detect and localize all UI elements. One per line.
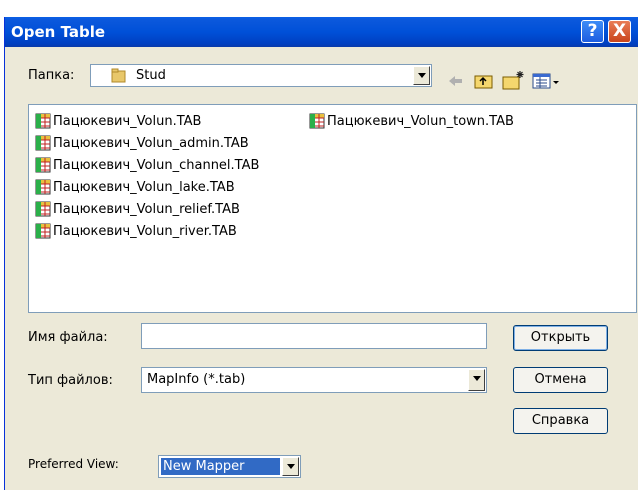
up-folder-icon[interactable]	[473, 70, 495, 92]
table-file-icon	[35, 135, 51, 151]
preferred-view-select[interactable]: New Mapper	[158, 455, 301, 478]
file-name: Пацюкевич_Volun_admin.TAB	[53, 135, 249, 151]
open-table-dialog: Open Table ? X Папка: Stud Пацюкевич_Vol…	[4, 17, 638, 490]
file-name: Пацюкевич_Volun_lake.TAB	[53, 179, 235, 195]
cancel-button[interactable]: Отмена	[513, 367, 608, 393]
file-name: Пацюкевич_Volun.TAB	[53, 113, 202, 129]
file-name: Пацюкевич_Volun_relief.TAB	[53, 201, 240, 217]
back-icon[interactable]	[445, 70, 467, 92]
view-menu-icon[interactable]	[531, 70, 561, 92]
filename-label: Имя файла:	[28, 330, 108, 345]
folder-dropdown-arrow[interactable]	[413, 66, 430, 85]
filetype-label: Тип файлов:	[28, 373, 113, 388]
file-item[interactable]: Пацюкевич_Volun_lake.TAB	[35, 178, 235, 196]
preferred-view-label: Preferred View:	[28, 457, 119, 471]
folder-select[interactable]: Stud	[90, 64, 432, 87]
help-button[interactable]: ?	[581, 20, 604, 43]
folder-icon	[111, 68, 126, 83]
file-item[interactable]: Пацюкевич_Volun_relief.TAB	[35, 200, 240, 218]
help-dialog-button[interactable]: Справка	[513, 408, 608, 434]
folder-label: Папка:	[28, 68, 75, 83]
preferred-view-dropdown-arrow[interactable]	[282, 457, 299, 476]
filetype-value: MapInfo (*.tab)	[147, 372, 246, 387]
file-list[interactable]: Пацюкевич_Volun.TAB Пацюкевич_Volun_admi…	[28, 104, 637, 313]
folder-value: Stud	[136, 68, 166, 83]
filetype-dropdown-arrow[interactable]	[468, 369, 485, 391]
table-file-icon	[35, 113, 51, 129]
file-item[interactable]: Пацюкевич_Volun_town.TAB	[309, 112, 514, 130]
file-name: Пацюкевич_Volun_river.TAB	[53, 223, 237, 239]
file-name: Пацюкевич_Volun_channel.TAB	[53, 157, 260, 173]
window-title: Open Table	[11, 23, 106, 41]
title-bar: Open Table ? X	[5, 17, 638, 47]
table-file-icon	[35, 201, 51, 217]
table-file-icon	[35, 223, 51, 239]
preferred-view-value: New Mapper	[161, 458, 280, 475]
background-strip	[0, 0, 638, 17]
file-item[interactable]: Пацюкевич_Volun_river.TAB	[35, 222, 237, 240]
filename-input[interactable]	[141, 323, 487, 349]
filetype-select[interactable]: MapInfo (*.tab)	[141, 367, 487, 393]
file-item[interactable]: Пацюкевич_Volun.TAB	[35, 112, 201, 130]
open-button[interactable]: Открыть	[513, 325, 608, 351]
file-item[interactable]: Пацюкевич_Volun_channel.TAB	[35, 156, 259, 174]
new-folder-icon[interactable]	[501, 70, 525, 92]
file-item[interactable]: Пацюкевич_Volun_admin.TAB	[35, 134, 249, 152]
table-file-icon	[309, 113, 325, 129]
table-file-icon	[35, 179, 51, 195]
file-name: Пацюкевич_Volun_town.TAB	[327, 113, 514, 129]
table-file-icon	[35, 157, 51, 173]
close-button[interactable]: X	[608, 20, 631, 43]
